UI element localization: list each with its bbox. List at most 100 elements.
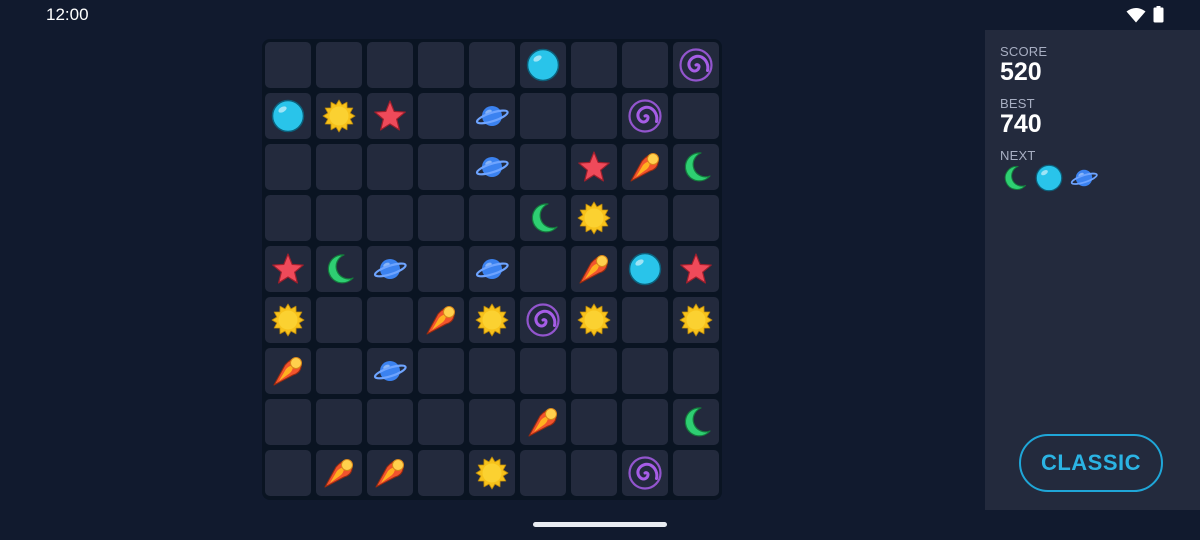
board-cell[interactable] bbox=[316, 195, 362, 241]
board-cell[interactable] bbox=[418, 93, 464, 139]
board-cell[interactable] bbox=[520, 246, 566, 292]
board-cell[interactable] bbox=[316, 399, 362, 445]
galaxy-icon bbox=[628, 99, 662, 133]
board-cell[interactable] bbox=[622, 297, 668, 343]
board-cell[interactable] bbox=[367, 195, 413, 241]
board-cell[interactable] bbox=[571, 246, 617, 292]
comet-icon bbox=[630, 153, 659, 182]
moon-icon bbox=[1004, 165, 1027, 190]
board-cell[interactable] bbox=[418, 42, 464, 88]
board-cell[interactable] bbox=[622, 450, 668, 496]
board-cell[interactable] bbox=[571, 348, 617, 394]
board-cell[interactable] bbox=[622, 93, 668, 139]
board-cell[interactable] bbox=[265, 246, 311, 292]
board-cell[interactable] bbox=[622, 144, 668, 190]
board-cell[interactable] bbox=[418, 348, 464, 394]
board-cell[interactable] bbox=[571, 297, 617, 343]
board-cell[interactable] bbox=[469, 195, 515, 241]
board-cell[interactable] bbox=[673, 450, 719, 496]
board-cell[interactable] bbox=[367, 399, 413, 445]
board-cell[interactable] bbox=[316, 93, 362, 139]
board-cell[interactable] bbox=[571, 42, 617, 88]
comet-icon bbox=[324, 459, 353, 488]
board-cell[interactable] bbox=[316, 297, 362, 343]
board-cell[interactable] bbox=[367, 297, 413, 343]
moon-icon bbox=[684, 152, 711, 182]
score-value: 520 bbox=[1000, 58, 1042, 86]
board-cell[interactable] bbox=[316, 144, 362, 190]
board-cell[interactable] bbox=[265, 297, 311, 343]
board-cell[interactable] bbox=[418, 144, 464, 190]
board-cell[interactable] bbox=[571, 93, 617, 139]
board-cell[interactable] bbox=[520, 42, 566, 88]
board-cell[interactable] bbox=[367, 348, 413, 394]
orb-icon bbox=[628, 252, 662, 286]
board-cell[interactable] bbox=[622, 399, 668, 445]
board-cell[interactable] bbox=[265, 93, 311, 139]
board-cell[interactable] bbox=[571, 195, 617, 241]
best-value: 740 bbox=[1000, 110, 1042, 138]
board-cell[interactable] bbox=[265, 144, 311, 190]
board-cell[interactable] bbox=[367, 93, 413, 139]
planet-icon bbox=[475, 259, 509, 279]
board-cell[interactable] bbox=[418, 450, 464, 496]
planet-icon bbox=[475, 157, 509, 177]
board-cell[interactable] bbox=[520, 93, 566, 139]
board-cell[interactable] bbox=[265, 195, 311, 241]
board-cell[interactable] bbox=[418, 246, 464, 292]
nav-handle[interactable] bbox=[533, 522, 667, 527]
board-cell[interactable] bbox=[520, 144, 566, 190]
status-time: 12:00 bbox=[46, 5, 89, 24]
next-label: NEXT bbox=[1000, 148, 1036, 163]
board-cell[interactable] bbox=[469, 297, 515, 343]
comet-icon bbox=[579, 255, 608, 284]
mode-button[interactable]: CLASSIC bbox=[1019, 434, 1163, 492]
board-cell[interactable] bbox=[571, 144, 617, 190]
board-cell[interactable] bbox=[622, 348, 668, 394]
planet-icon bbox=[373, 259, 407, 279]
board-cell[interactable] bbox=[367, 144, 413, 190]
board-cell[interactable] bbox=[520, 297, 566, 343]
board-cell[interactable] bbox=[673, 195, 719, 241]
board-cell[interactable] bbox=[367, 246, 413, 292]
board-cell[interactable] bbox=[673, 399, 719, 445]
sun-icon bbox=[271, 303, 305, 337]
board-cell[interactable] bbox=[673, 93, 719, 139]
board-cell[interactable] bbox=[469, 450, 515, 496]
board-cell[interactable] bbox=[367, 42, 413, 88]
board-cell[interactable] bbox=[520, 195, 566, 241]
board-cell[interactable] bbox=[316, 246, 362, 292]
board-cell[interactable] bbox=[571, 450, 617, 496]
board-cell[interactable] bbox=[316, 450, 362, 496]
best-label: BEST bbox=[1000, 96, 1035, 111]
board-cell[interactable] bbox=[418, 297, 464, 343]
board-cell[interactable] bbox=[265, 399, 311, 445]
board-cell[interactable] bbox=[673, 297, 719, 343]
board-cell[interactable] bbox=[418, 399, 464, 445]
board-cell[interactable] bbox=[469, 42, 515, 88]
board-cell[interactable] bbox=[673, 144, 719, 190]
board-cell[interactable] bbox=[469, 144, 515, 190]
board-cell[interactable] bbox=[469, 246, 515, 292]
board-cell[interactable] bbox=[316, 42, 362, 88]
board-cell[interactable] bbox=[265, 42, 311, 88]
board-cell[interactable] bbox=[265, 348, 311, 394]
board-cell[interactable] bbox=[622, 195, 668, 241]
board-cell[interactable] bbox=[520, 399, 566, 445]
board-cell[interactable] bbox=[571, 399, 617, 445]
board-cell[interactable] bbox=[622, 42, 668, 88]
board-cell[interactable] bbox=[316, 348, 362, 394]
board-cell[interactable] bbox=[469, 93, 515, 139]
board-cell[interactable] bbox=[673, 246, 719, 292]
board-cell[interactable] bbox=[265, 450, 311, 496]
board-cell[interactable] bbox=[520, 450, 566, 496]
board-cell[interactable] bbox=[622, 246, 668, 292]
board-cell[interactable] bbox=[469, 399, 515, 445]
board-cell[interactable] bbox=[673, 42, 719, 88]
board-cell[interactable] bbox=[673, 348, 719, 394]
board-cell[interactable] bbox=[469, 348, 515, 394]
board-cell[interactable] bbox=[367, 450, 413, 496]
board-cell[interactable] bbox=[418, 195, 464, 241]
wifi-icon bbox=[1126, 8, 1146, 23]
board-cell[interactable] bbox=[520, 348, 566, 394]
